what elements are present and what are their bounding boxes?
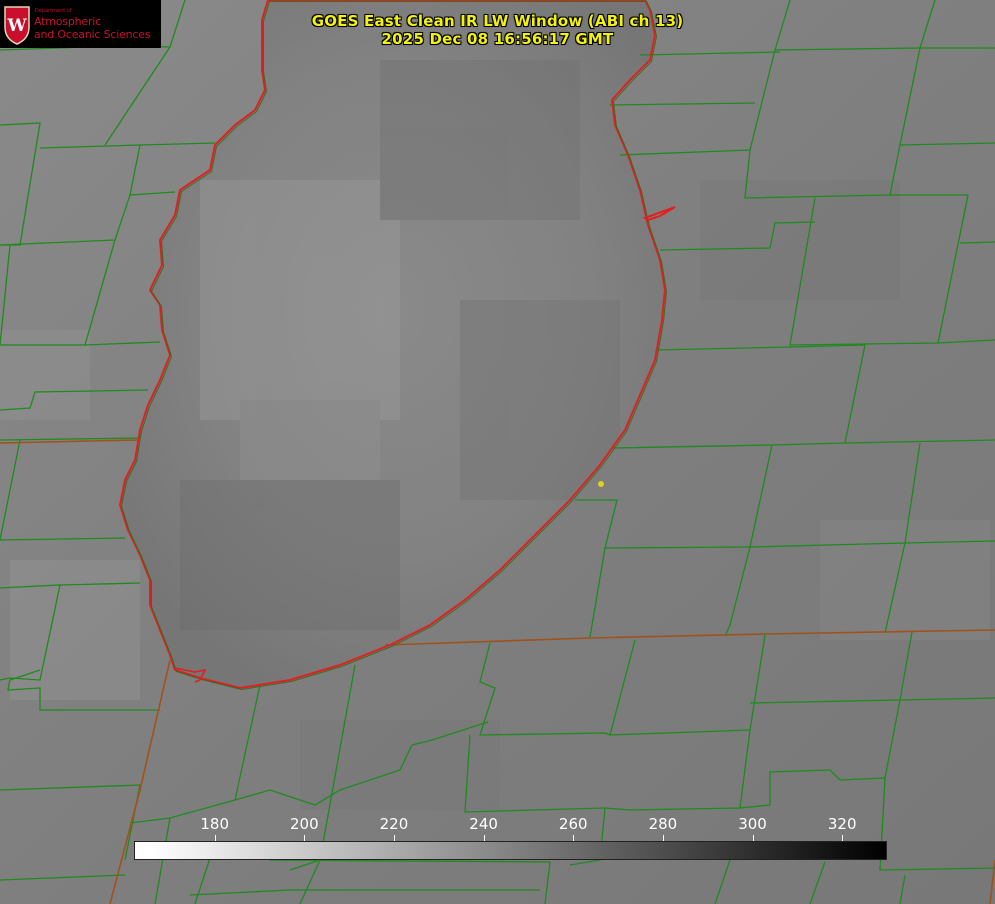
satellite-map: W Department of Atmospheric and Oceanic … <box>0 0 995 904</box>
colorbar-tick-mark <box>842 835 843 841</box>
ir-imagery <box>0 0 995 904</box>
colorbar-tick-mark <box>215 835 216 841</box>
colorbar-tick-mark <box>304 835 305 841</box>
colorbar-tick-mark <box>753 835 754 841</box>
colorbar-tick-label: 260 <box>558 815 588 833</box>
colorbar-tick-label: 320 <box>827 815 857 833</box>
colorbar-tick-label: 240 <box>469 815 498 833</box>
image-title: GOES East Clean IR LW Window (ABI ch 13) <box>311 12 684 30</box>
colorbar-tick-label: 220 <box>379 815 409 833</box>
colorbar-tick-mark <box>573 835 574 841</box>
colorbar-tick-label: 200 <box>289 815 319 833</box>
station-marker <box>598 481 604 487</box>
colorbar <box>134 841 887 860</box>
colorbar-tick-mark <box>484 835 485 841</box>
colorbar-tick-mark <box>394 835 395 841</box>
colorbar-tick-mark <box>663 835 664 841</box>
colorbar-tick-label: 300 <box>738 815 767 833</box>
image-timestamp: 2025 Dec 08 16:56:17 GMT <box>381 30 614 48</box>
colorbar-tick-label: 280 <box>648 815 678 833</box>
colorbar-tick-label: 180 <box>200 815 229 833</box>
